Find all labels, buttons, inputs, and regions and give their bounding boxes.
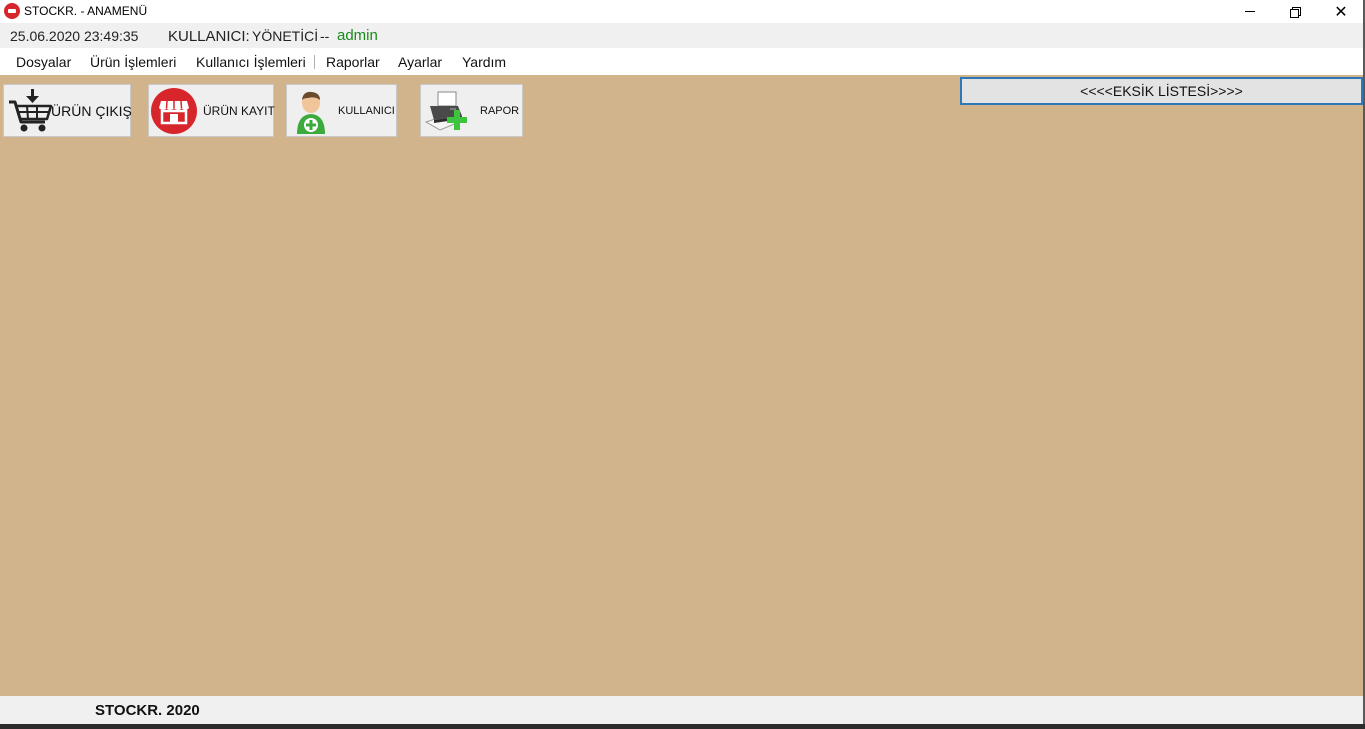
shopping-cart-icon xyxy=(9,89,53,132)
urun-kayit-button[interactable]: ÜRÜN KAYIT xyxy=(148,84,275,137)
status-bar: STOCKR. 2020 xyxy=(0,696,1363,724)
menu-kullanici-islemleri[interactable]: Kullanıcı İşlemleri xyxy=(196,54,306,70)
window-title: STOCKR. - ANAMENÜ xyxy=(24,4,148,18)
eksik-listesi-button[interactable]: <<<<EKSİK LİSTESİ>>>> xyxy=(960,77,1363,105)
minimize-icon xyxy=(1245,11,1255,12)
user-separator: -- xyxy=(320,28,330,44)
window-bottom-edge xyxy=(0,724,1365,729)
kullanici-label: KULLANICI xyxy=(338,105,395,117)
close-button[interactable]: ✕ xyxy=(1318,0,1364,23)
add-user-icon xyxy=(297,91,325,134)
info-bar: 25.06.2020 23:49:35 KULLANICI: YÖNETİCİ … xyxy=(0,23,1363,48)
close-icon: ✕ xyxy=(1334,1,1348,21)
minimize-button[interactable] xyxy=(1227,0,1273,23)
rapor-button[interactable]: RAPOR xyxy=(420,84,523,137)
main-content: ÜRÜN ÇIKIŞ ÜRÜN KAYIT KULLANICI RAPOR <<… xyxy=(0,75,1363,696)
menu-raporlar[interactable]: Raporlar xyxy=(326,54,380,70)
menu-separator xyxy=(314,55,315,69)
printer-add-icon xyxy=(424,91,467,131)
rapor-label: RAPOR xyxy=(480,105,520,117)
menu-bar: Dosyalar Ürün İşlemleri Kullanıcı İşleml… xyxy=(0,48,1363,75)
menu-dosyalar[interactable]: Dosyalar xyxy=(16,54,71,70)
urun-kayit-label: ÜRÜN KAYIT xyxy=(203,104,275,118)
restore-button[interactable] xyxy=(1272,0,1318,23)
urun-cikis-button[interactable]: ÜRÜN ÇIKIŞ xyxy=(3,84,132,137)
menu-ayarlar[interactable]: Ayarlar xyxy=(398,54,442,70)
urun-cikis-label: ÜRÜN ÇIKIŞ xyxy=(51,103,132,119)
store-icon xyxy=(151,88,197,134)
user-role: YÖNETİCİ xyxy=(252,28,319,44)
menu-urun-islemleri[interactable]: Ürün İşlemleri xyxy=(90,54,176,70)
main-window: STOCKR. - ANAMENÜ ✕ 25.06.2020 23:49:35 … xyxy=(0,0,1365,729)
kullanici-button[interactable]: KULLANICI xyxy=(286,84,397,137)
app-logo-icon xyxy=(4,3,20,19)
title-bar: STOCKR. - ANAMENÜ ✕ xyxy=(0,0,1363,23)
user-label: KULLANICI: xyxy=(168,28,250,45)
restore-icon xyxy=(1290,6,1301,18)
menu-yardim[interactable]: Yardım xyxy=(462,54,506,70)
user-name: admin xyxy=(337,27,378,44)
datetime-label: 25.06.2020 23:49:35 xyxy=(10,28,139,44)
footer-copyright: STOCKR. 2020 xyxy=(95,702,200,719)
